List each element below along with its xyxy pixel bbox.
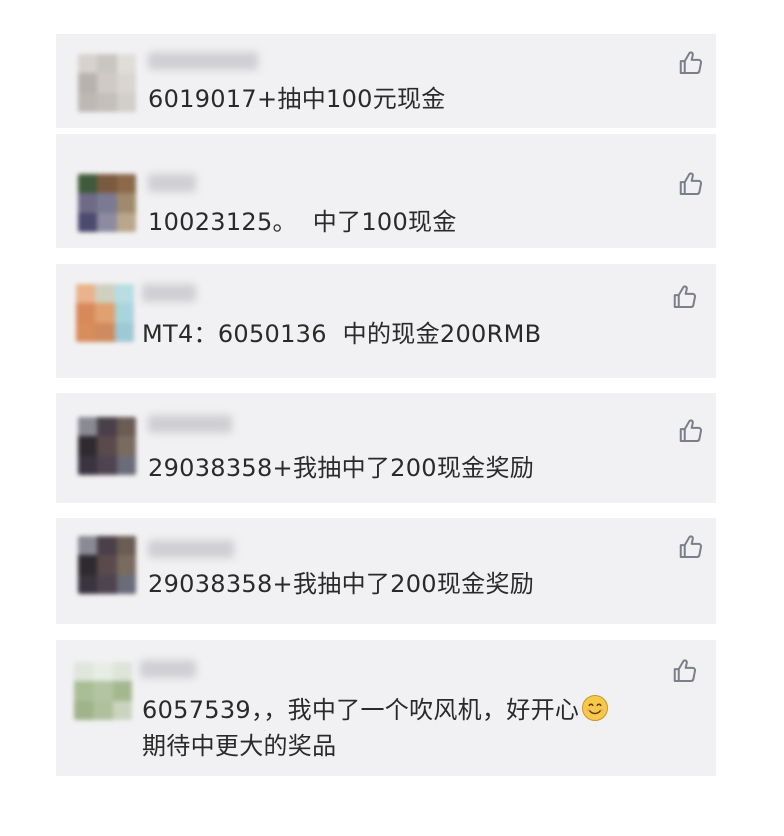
comment-text-continued: 期待中更大的奖品 xyxy=(142,732,337,760)
thumbs-up-icon xyxy=(676,532,706,562)
like-button[interactable] xyxy=(676,48,706,78)
comment-text: 29038358+我抽中了200现金奖励 xyxy=(148,454,535,482)
thumbs-up-icon xyxy=(676,169,706,199)
like-button[interactable] xyxy=(676,532,706,562)
like-button[interactable] xyxy=(670,282,700,312)
comment-text: 10023125。 中了100现金 xyxy=(148,208,457,236)
comment-text: 6019017+抽中100元现金 xyxy=(148,85,446,113)
smiling-face-icon xyxy=(581,694,609,722)
username[interactable] xyxy=(140,660,196,678)
avatar[interactable] xyxy=(78,417,136,475)
thumbs-up-icon xyxy=(676,416,706,446)
comment-card: 6057539，，我中了一个吹风机，好开心 期待中更大的奖品 xyxy=(56,640,716,776)
thumbs-up-icon xyxy=(676,48,706,78)
comment-card: 29038358+我抽中了200现金奖励 xyxy=(56,518,716,624)
like-button[interactable] xyxy=(676,416,706,446)
like-button[interactable] xyxy=(670,656,700,686)
like-button[interactable] xyxy=(676,169,706,199)
comment-card: 6019017+抽中100元现金 xyxy=(56,34,716,128)
avatar[interactable] xyxy=(78,54,136,112)
comment-text: MT4：6050136 中的现金200RMB xyxy=(142,320,542,348)
comment-text: 6057539，，我中了一个吹风机，好开心 xyxy=(142,692,609,728)
username[interactable] xyxy=(148,174,196,192)
username[interactable] xyxy=(148,52,258,70)
comment-text-line: 6057539，，我中了一个吹风机，好开心 xyxy=(142,696,580,724)
username[interactable] xyxy=(148,540,234,558)
avatar[interactable] xyxy=(78,536,136,594)
thumbs-up-icon xyxy=(670,656,700,686)
username[interactable] xyxy=(142,284,196,302)
avatar[interactable] xyxy=(76,284,134,342)
avatar[interactable] xyxy=(74,662,132,720)
comment-card: 10023125。 中了100现金 xyxy=(56,134,716,248)
comment-card: MT4：6050136 中的现金200RMB xyxy=(56,264,716,378)
thumbs-up-icon xyxy=(670,282,700,312)
avatar[interactable] xyxy=(78,174,136,232)
comment-text: 29038358+我抽中了200现金奖励 xyxy=(148,570,535,598)
comment-card: 29038358+我抽中了200现金奖励 xyxy=(56,393,716,503)
username[interactable] xyxy=(148,415,232,433)
